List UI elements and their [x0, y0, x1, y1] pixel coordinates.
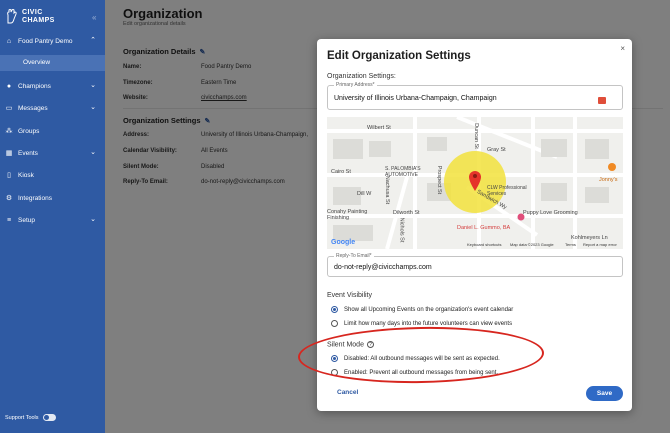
map-place-label: Puppy Love Grooming	[523, 210, 578, 216]
keyboard-shortcuts-link[interactable]: Keyboard shortcuts	[467, 242, 501, 247]
sidebar: CIVIC CHAMPS « ⌂ Food Pantry Demo ⌃ Over…	[0, 0, 105, 433]
map-place-label: Daniel L. Gummo, BA	[457, 225, 511, 231]
reply-value: do-not-reply@civicchamps.com	[334, 264, 432, 271]
sidebar-item-messages[interactable]: ▭ Messages ⌄	[0, 101, 105, 115]
home-icon: ⌂	[6, 37, 12, 45]
primary-address-field[interactable]: Primary Address* University of Illinois …	[327, 82, 623, 110]
cancel-button[interactable]: Cancel	[337, 389, 358, 396]
logo-text-civic: CIVIC	[22, 9, 43, 16]
terms-link[interactable]: Terms	[565, 242, 576, 247]
sidebar-item-label: Kiosk	[18, 171, 34, 179]
integrations-icon: ⚙	[5, 195, 13, 202]
save-button[interactable]: Save	[586, 386, 623, 401]
map-data-credit: Map data ©2023 Google	[510, 242, 554, 247]
map-street-label: Cairo St	[331, 169, 351, 175]
chat-icon: ▭	[5, 105, 13, 112]
civic-champs-logo[interactable]: CIVIC CHAMPS	[6, 9, 55, 24]
sidebar-item-groups[interactable]: ⁂ Groups	[0, 124, 105, 138]
chevron-up-icon: ⌃	[90, 37, 96, 44]
chevron-down-icon: ⌄	[90, 149, 96, 156]
support-tools-label: Support Tools	[5, 414, 39, 421]
google-logo-text: Google	[331, 239, 356, 246]
kiosk-icon: ▯	[7, 172, 11, 179]
sidebar-item-kiosk[interactable]: ▯ Kiosk	[0, 168, 105, 182]
sidebar-item-label: Messages	[18, 104, 48, 112]
event-visibility-label: Event Visibility	[327, 292, 373, 299]
collapse-sidebar-icon[interactable]: «	[92, 13, 96, 22]
hand-logo-icon	[7, 9, 17, 24]
address-field-label: Primary Address*	[334, 82, 377, 88]
chevron-down-icon: ⌄	[90, 82, 96, 89]
map-street-label: Duncan St	[472, 123, 479, 149]
sidebar-item-champions[interactable]: ● Champions ⌄	[0, 79, 105, 93]
address-value: University of Illinois Urbana-Champaign,…	[334, 95, 497, 102]
setup-icon: ≡	[6, 216, 12, 224]
person-icon: ●	[6, 82, 12, 90]
event-option-show-all[interactable]: Show all Upcoming Events on the organiza…	[331, 306, 513, 313]
map-place-label: CLW Professional Services	[487, 185, 527, 197]
map-street-label: Wilbert St	[367, 125, 391, 131]
map-place-label: Jonny's	[599, 177, 618, 183]
support-tools: Support Tools	[5, 414, 56, 421]
radio-selected-icon[interactable]	[331, 306, 338, 313]
sidebar-item-setup[interactable]: ≡ Setup ⌄	[0, 213, 105, 227]
groups-icon: ⁂	[5, 128, 13, 135]
sidebar-org-menu[interactable]: ⌂ Food Pantry Demo ⌃	[0, 33, 105, 49]
map-street-label: Dill W	[357, 191, 372, 197]
sidebar-item-overview[interactable]: Overview	[0, 55, 105, 71]
event-option-label: Show all Upcoming Events on the organiza…	[344, 306, 514, 313]
map-place-label: S. PALOMBIA'S AUTOMOTIVE	[385, 166, 421, 178]
event-option-limit-days[interactable]: Limit how many days into the future volu…	[331, 320, 512, 327]
map-street-label: Dilworth St	[393, 210, 420, 216]
map-street-label: Nachusa St	[384, 175, 391, 205]
reply-field-label: Reply-To Email*	[334, 253, 374, 259]
map-street-label: Gray St	[487, 147, 506, 153]
report-error-link[interactable]: Report a map error	[583, 242, 617, 247]
google-logo: Google	[331, 239, 355, 246]
sidebar-org-name: Food Pantry Demo	[18, 37, 73, 45]
sidebar-item-integrations[interactable]: ⚙ Integrations	[0, 191, 105, 205]
calendar-icon: ▦	[5, 150, 13, 157]
event-option-label: Limit how many days into the future volu…	[344, 320, 513, 327]
sidebar-item-label: Champions	[18, 82, 51, 90]
map-street-label: Nichols St	[398, 217, 405, 243]
sidebar-item-label: Events	[18, 149, 38, 157]
map-street-label: Kohlmeyers Ln	[571, 235, 608, 241]
logo-text-champs: CHAMPS	[22, 16, 55, 24]
sidebar-item-events[interactable]: ▦ Events ⌄	[0, 146, 105, 160]
chevron-down-icon: ⌄	[90, 104, 96, 111]
sidebar-item-label: Groups	[18, 127, 40, 135]
address-map[interactable]: Wilbert St Gray St Cairo St Dill W Dilwo…	[327, 117, 623, 249]
reply-to-email-field[interactable]: Reply-To Email* do-not-reply@civicchamps…	[327, 253, 623, 277]
clear-address-icon[interactable]	[598, 97, 606, 104]
sidebar-item-label: Integrations	[18, 194, 52, 202]
sidebar-item-label: Setup	[18, 216, 35, 224]
map-place-label: Conahy Painting Finishing	[327, 209, 368, 221]
close-icon[interactable]: ×	[620, 44, 625, 53]
radio-unselected-icon[interactable]	[331, 320, 338, 327]
chevron-down-icon: ⌄	[90, 216, 96, 223]
support-tools-toggle[interactable]	[42, 414, 56, 421]
org-settings-label: Organization Settings:	[327, 73, 396, 80]
modal-title: Edit Organization Settings	[327, 50, 471, 62]
